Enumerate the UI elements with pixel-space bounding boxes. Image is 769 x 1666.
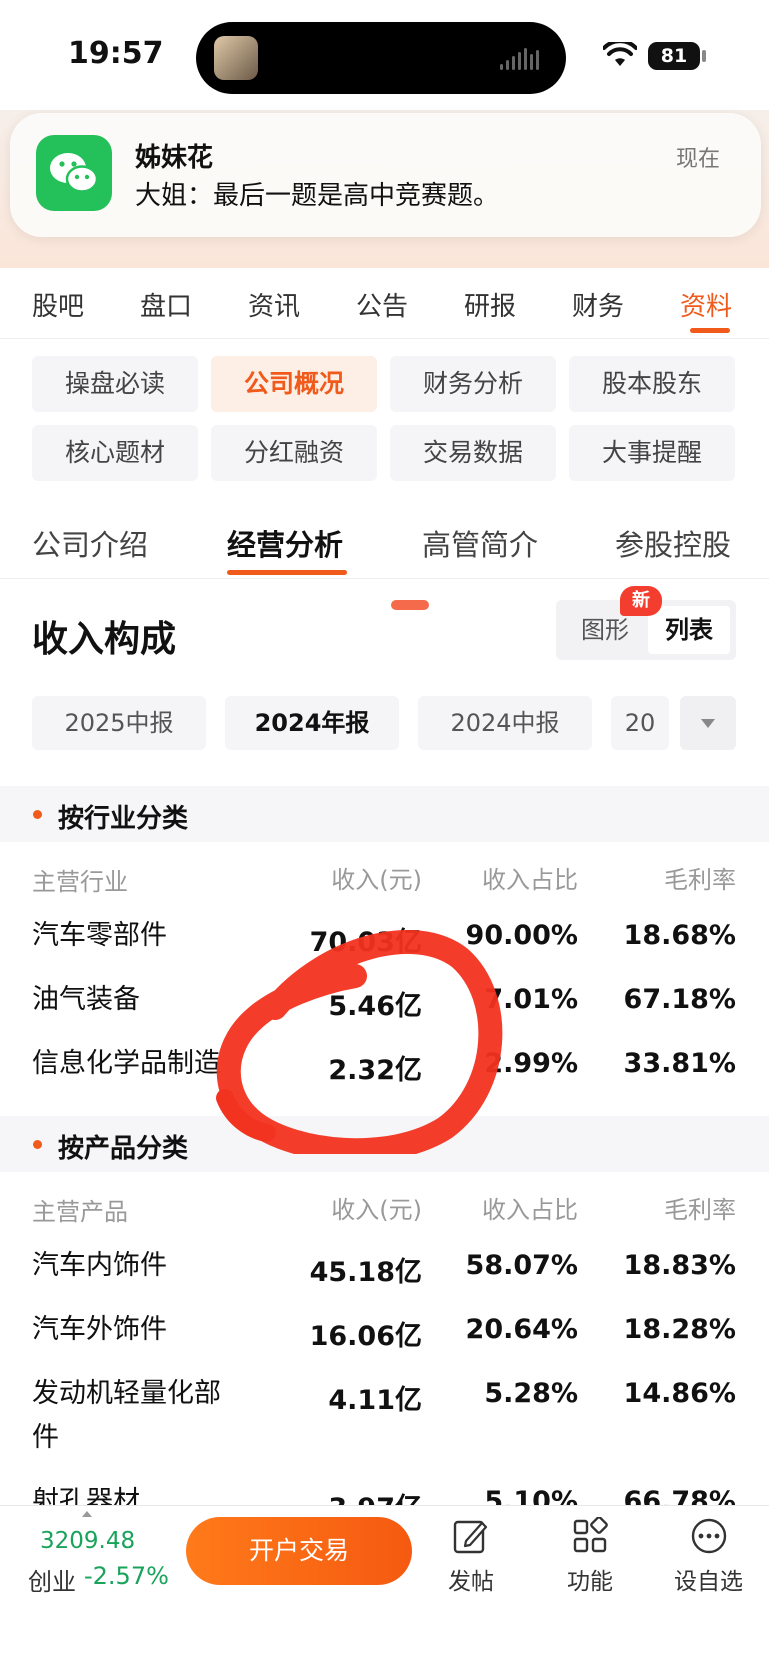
more-icon[interactable] <box>690 1517 728 1555</box>
post-label[interactable]: 发帖 <box>448 1562 494 1596</box>
period-dropdown-button[interactable] <box>680 696 736 750</box>
index-name[interactable]: 创业 <box>28 1562 76 1597</box>
bullet-dot <box>33 1140 42 1149</box>
index-change[interactable]: -2.57% <box>84 1562 169 1590</box>
row-share: 58.07% <box>465 1250 578 1281</box>
new-badge: 新 <box>620 586 662 616</box>
media-thumbnail <box>214 36 258 80</box>
chip-events[interactable]: 大事提醒 <box>569 425 735 481</box>
notification-time: 现在 <box>676 147 721 172</box>
row-name: 汽车内饰件 <box>32 1250 167 1281</box>
subtab-executives[interactable]: 高管简介 <box>422 522 538 564</box>
section-title: 收入构成 <box>32 619 177 660</box>
audio-bars-icon <box>500 46 544 70</box>
chip-dividends[interactable]: 分红融资 <box>211 425 377 481</box>
wechat-icon <box>36 135 112 211</box>
row-share: 20.64% <box>465 1314 578 1345</box>
chip-shareholders[interactable]: 股本股东 <box>569 356 735 412</box>
toggle-list[interactable]: 列表 <box>648 606 730 654</box>
subtab-holdings[interactable]: 参股控股 <box>615 522 731 564</box>
row-share: 5.28% <box>484 1378 578 1409</box>
subtab-business-analysis[interactable]: 经营分析 <box>227 522 343 564</box>
header-margin: 毛利率 <box>664 866 736 894</box>
notification-title: 姊妹花 <box>135 143 214 173</box>
header-share: 收入占比 <box>482 1196 578 1224</box>
header-revenue: 收入(元) <box>331 866 422 894</box>
period-2024-annual[interactable]: 2024年报 <box>225 696 399 750</box>
bullet-dot <box>33 810 42 819</box>
chip-trading-data[interactable]: 交易数据 <box>390 425 556 481</box>
row-revenue: 4.11亿 <box>328 1385 422 1416</box>
row-margin: 33.81% <box>623 1048 736 1079</box>
row-name: 汽车外饰件 <box>32 1314 167 1345</box>
tab-announcements[interactable]: 公告 <box>356 286 408 323</box>
subtab-active-indicator <box>227 570 347 575</box>
expand-up-icon[interactable] <box>82 1511 92 1517</box>
header-margin: 毛利率 <box>664 1196 736 1224</box>
chip-trading-guide[interactable]: 操盘必读 <box>32 356 198 412</box>
period-more-truncated[interactable]: 20 <box>611 696 669 750</box>
row-margin: 18.68% <box>623 920 736 951</box>
row-name: 发动机轻量化部件 <box>32 1378 221 1453</box>
tab-finance[interactable]: 财务 <box>572 286 624 323</box>
header-industry: 主营行业 <box>32 868 128 896</box>
tab-pankou[interactable]: 盘口 <box>140 286 192 323</box>
divider <box>0 578 769 579</box>
row-margin: 67.18% <box>623 984 736 1015</box>
battery-indicator: 81 <box>648 42 700 70</box>
edit-icon[interactable] <box>452 1517 490 1555</box>
wifi-icon <box>603 42 637 66</box>
battery-nub <box>702 50 706 62</box>
tab-research[interactable]: 研报 <box>464 286 516 323</box>
tab-profile[interactable]: 资料 <box>680 286 732 323</box>
add-watchlist-label[interactable]: 设自选 <box>674 1562 743 1596</box>
red-circle-annotation <box>216 930 503 1154</box>
functions-label[interactable]: 功能 <box>567 1562 613 1596</box>
chip-company-overview[interactable]: 公司概况 <box>211 356 377 412</box>
industry-group-header: 按行业分类 <box>0 786 769 842</box>
row-margin: 18.83% <box>623 1250 736 1281</box>
header-share: 收入占比 <box>482 866 578 894</box>
index-value[interactable]: 3209.48 <box>40 1528 135 1554</box>
main-tab-bar: 股吧 盘口 资讯 公告 研报 财务 资料 <box>0 268 769 339</box>
tab-news[interactable]: 资讯 <box>248 286 300 323</box>
chip-core-themes[interactable]: 核心题材 <box>32 425 198 481</box>
header-revenue: 收入(元) <box>331 1196 422 1224</box>
open-account-trade-button[interactable]: 开户交易 <box>186 1517 412 1585</box>
row-margin: 14.86% <box>623 1378 736 1409</box>
row-revenue: 16.06亿 <box>309 1321 422 1352</box>
red-marker-stroke <box>391 600 429 610</box>
notification-body: 大姐：最后一题是高中竞赛题。 <box>135 181 500 211</box>
dynamic-island <box>196 22 566 94</box>
row-margin: 18.28% <box>623 1314 736 1345</box>
period-2024-interim[interactable]: 2024中报 <box>418 696 592 750</box>
status-time: 19:57 <box>68 36 164 71</box>
industry-group-title: 按行业分类 <box>58 804 189 834</box>
chip-financial-analysis[interactable]: 财务分析 <box>390 356 556 412</box>
header-product: 主营产品 <box>32 1198 128 1226</box>
product-group-title: 按产品分类 <box>58 1134 189 1164</box>
subtab-company-intro[interactable]: 公司介绍 <box>32 522 148 564</box>
period-2025-interim[interactable]: 2025中报 <box>32 696 206 750</box>
notification-banner[interactable]: 姊妹花 大姐：最后一题是高中竞赛题。 现在 <box>10 113 761 237</box>
status-bar: 19:57 81 <box>0 0 769 110</box>
grid-icon[interactable] <box>571 1517 609 1555</box>
tab-active-indicator <box>690 328 730 333</box>
tab-guba[interactable]: 股吧 <box>32 286 84 323</box>
row-revenue: 45.18亿 <box>309 1257 422 1288</box>
